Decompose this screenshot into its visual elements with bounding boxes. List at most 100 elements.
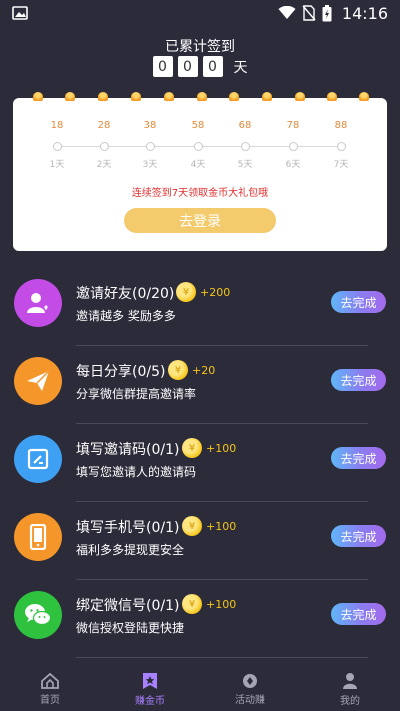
divider bbox=[76, 657, 368, 658]
pin-icon bbox=[359, 92, 369, 101]
coin-icon: ¥ bbox=[182, 516, 202, 536]
task-title: 每日分享(0/5) bbox=[76, 364, 166, 380]
divider bbox=[76, 423, 368, 424]
day-label: 4天 bbox=[190, 160, 206, 170]
card-pins bbox=[13, 92, 387, 104]
task-desc: 微信授权登陆更快捷 bbox=[76, 621, 185, 635]
task-desc: 福利多多提现更安全 bbox=[76, 543, 185, 557]
task-reward: +100 bbox=[206, 442, 237, 455]
home-icon bbox=[41, 673, 59, 689]
day-label: 7天 bbox=[333, 160, 349, 170]
task-row: 填写邀请码(0/1) ¥ +100 填写您邀请人的邀请码 去完成 bbox=[0, 425, 400, 503]
task-reward: +100 bbox=[206, 520, 237, 533]
task-row: 填写手机号(0/1) ¥ +100 福利多多提现更安全 去完成 bbox=[0, 503, 400, 581]
pin-icon bbox=[164, 92, 174, 101]
day-dot bbox=[53, 142, 62, 151]
pin-icon bbox=[229, 92, 239, 101]
pin-icon bbox=[295, 92, 305, 101]
checkin-title: 已累计签到 bbox=[165, 39, 235, 55]
status-bar: 14:16 bbox=[0, 0, 400, 26]
day-dot bbox=[289, 142, 298, 151]
task-row: 邀请好友(0/20) ¥ +200 邀请越多 奖励多多 去完成 bbox=[0, 269, 400, 347]
checkin-counter: 0 0 0 天 bbox=[0, 56, 400, 77]
coin-value: 38 bbox=[143, 120, 157, 131]
pin-icon bbox=[33, 92, 43, 101]
divider bbox=[76, 501, 368, 502]
task-reward: +100 bbox=[206, 598, 237, 611]
nav-profile[interactable]: 我的 bbox=[300, 668, 400, 711]
day-dot bbox=[100, 142, 109, 151]
nav-label: 赚金币 bbox=[135, 696, 165, 707]
pin-icon bbox=[65, 92, 75, 101]
nav-label: 我的 bbox=[340, 696, 360, 707]
battery-charging-icon bbox=[322, 4, 332, 21]
task-complete-button[interactable]: 去完成 bbox=[331, 291, 386, 313]
counter-digit: 0 bbox=[177, 56, 198, 77]
image-icon bbox=[12, 6, 28, 20]
nav-label: 活动赚 bbox=[235, 695, 265, 706]
day-dot bbox=[241, 142, 250, 151]
diamond-icon bbox=[243, 674, 257, 688]
counter-unit: 天 bbox=[233, 59, 248, 76]
user-icon bbox=[343, 673, 357, 689]
no-sim-icon bbox=[302, 5, 316, 21]
task-row: 绑定微信号(0/1) ¥ +100 微信授权登陆更快捷 去完成 bbox=[0, 581, 400, 659]
status-time: 14:16 bbox=[341, 3, 388, 23]
edit-code-icon bbox=[14, 435, 62, 483]
coin-icon: ¥ bbox=[182, 594, 202, 614]
promo-text: 连续签到7天领取金币大礼包哦 bbox=[131, 188, 269, 199]
wifi-icon bbox=[278, 6, 296, 19]
divider bbox=[76, 345, 368, 346]
counter-digit: 0 bbox=[152, 56, 173, 77]
task-desc: 填写您邀请人的邀请码 bbox=[76, 465, 197, 479]
phone-icon bbox=[14, 513, 62, 561]
counter-digit: 0 bbox=[202, 56, 223, 77]
coin-value: 28 bbox=[97, 120, 111, 131]
task-complete-button[interactable]: 去完成 bbox=[331, 447, 386, 469]
task-complete-button[interactable]: 去完成 bbox=[331, 603, 386, 625]
task-title: 填写手机号(0/1) bbox=[76, 520, 180, 536]
divider bbox=[76, 579, 368, 580]
wechat-icon bbox=[14, 591, 62, 639]
day-dot bbox=[337, 142, 346, 151]
day-label: 1天 bbox=[49, 160, 65, 170]
day-label: 2天 bbox=[96, 160, 112, 170]
coin-value: 58 bbox=[191, 120, 205, 131]
nav-earn-coins[interactable]: 赚金币 bbox=[100, 668, 200, 711]
task-complete-button[interactable]: 去完成 bbox=[331, 525, 386, 547]
day-labels: 1天 2天 3天 4天 5天 6天 7天 bbox=[0, 157, 400, 170]
user-heart-icon bbox=[14, 279, 62, 327]
login-button[interactable]: 去登录 bbox=[124, 208, 276, 233]
track-dots bbox=[0, 142, 400, 152]
task-title: 邀请好友(0/20) bbox=[76, 286, 175, 302]
day-dot bbox=[146, 142, 155, 151]
day-label: 6天 bbox=[285, 160, 301, 170]
task-desc: 分享微信群提高邀请率 bbox=[76, 387, 197, 401]
task-row: 每日分享(0/5) ¥ +20 分享微信群提高邀请率 去完成 bbox=[0, 347, 400, 425]
task-title: 填写邀请码(0/1) bbox=[76, 442, 180, 458]
star-bookmark-icon bbox=[143, 673, 157, 689]
pin-icon bbox=[131, 92, 141, 101]
coin-value: 88 bbox=[334, 120, 348, 131]
coin-values: 18 28 38 58 68 78 88 bbox=[0, 120, 400, 134]
day-label: 3天 bbox=[142, 160, 158, 170]
bottom-nav: 首页 赚金币 活动赚 我的 bbox=[0, 668, 400, 711]
task-desc: 邀请越多 奖励多多 bbox=[76, 309, 176, 323]
task-reward: +20 bbox=[192, 364, 216, 377]
nav-label: 首页 bbox=[40, 695, 60, 706]
paper-plane-icon bbox=[14, 357, 62, 405]
nav-home[interactable]: 首页 bbox=[0, 668, 100, 711]
day-dot bbox=[194, 142, 203, 151]
pin-icon bbox=[98, 92, 108, 101]
nav-activity[interactable]: 活动赚 bbox=[200, 668, 300, 711]
coin-value: 68 bbox=[238, 120, 252, 131]
task-title: 绑定微信号(0/1) bbox=[76, 598, 180, 614]
task-complete-button[interactable]: 去完成 bbox=[331, 369, 386, 391]
pin-icon bbox=[197, 92, 207, 101]
task-reward: +200 bbox=[200, 286, 231, 299]
coin-value: 18 bbox=[50, 120, 64, 131]
coin-value: 78 bbox=[286, 120, 300, 131]
coin-icon: ¥ bbox=[182, 438, 202, 458]
day-label: 5天 bbox=[237, 160, 253, 170]
coin-icon: ¥ bbox=[168, 360, 188, 380]
